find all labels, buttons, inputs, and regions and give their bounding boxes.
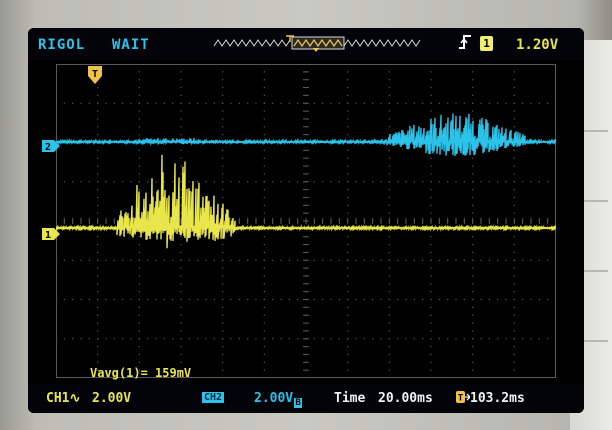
ch1-label[interactable]: CH1∿ <box>46 391 80 406</box>
trigger-marker-label: T <box>92 69 98 80</box>
ch2-scale-group: 2.00V B <box>254 391 303 408</box>
trigger-offset-value: 103.2ms <box>470 391 525 406</box>
ch1-ground-marker-icon[interactable]: 1 <box>42 228 60 240</box>
ch2-ground-marker-icon[interactable]: 2 <box>42 140 60 152</box>
ch2-marker-label: 2 <box>45 142 51 152</box>
ch2-scale: 2.00V <box>254 391 294 406</box>
acquisition-status: WAIT <box>112 37 150 53</box>
rising-edge-icon <box>458 34 472 54</box>
status-bar: RIGOL WAIT 1 1.20V <box>28 28 584 60</box>
ch1-marker-label: 1 <box>45 230 51 240</box>
timebase-scale[interactable]: 20.00ms <box>378 391 433 406</box>
brand-label: RIGOL <box>38 37 86 53</box>
oscilloscope-screen: RIGOL WAIT 1 1.20V T 2 1 Vavg(1)= 159mV … <box>28 28 584 413</box>
svg-text:T: T <box>458 394 464 404</box>
settings-bar: CH1∿ 2.00V CH2 2.00V B Time 20.00ms T 103… <box>28 384 584 413</box>
bandwidth-limit-badge: B <box>294 398 303 408</box>
memory-depth-indicator <box>213 35 421 52</box>
ch1-waveform <box>56 154 556 249</box>
waveform-display <box>56 64 556 378</box>
trigger-time-marker-icon: T <box>88 66 102 84</box>
trigger-offset-group[interactable]: T 103.2ms <box>456 391 525 406</box>
trigger-source-badge: 1 <box>480 36 493 51</box>
ch2-label[interactable]: CH2 <box>202 392 225 403</box>
ch1-scale: 2.00V <box>92 391 132 406</box>
trigger-level: 1.20V <box>516 37 559 53</box>
trigger-offset-icon: T <box>456 391 471 404</box>
measurement-readout: Vavg(1)= 159mV <box>90 366 192 380</box>
timebase-label: Time <box>334 391 366 406</box>
